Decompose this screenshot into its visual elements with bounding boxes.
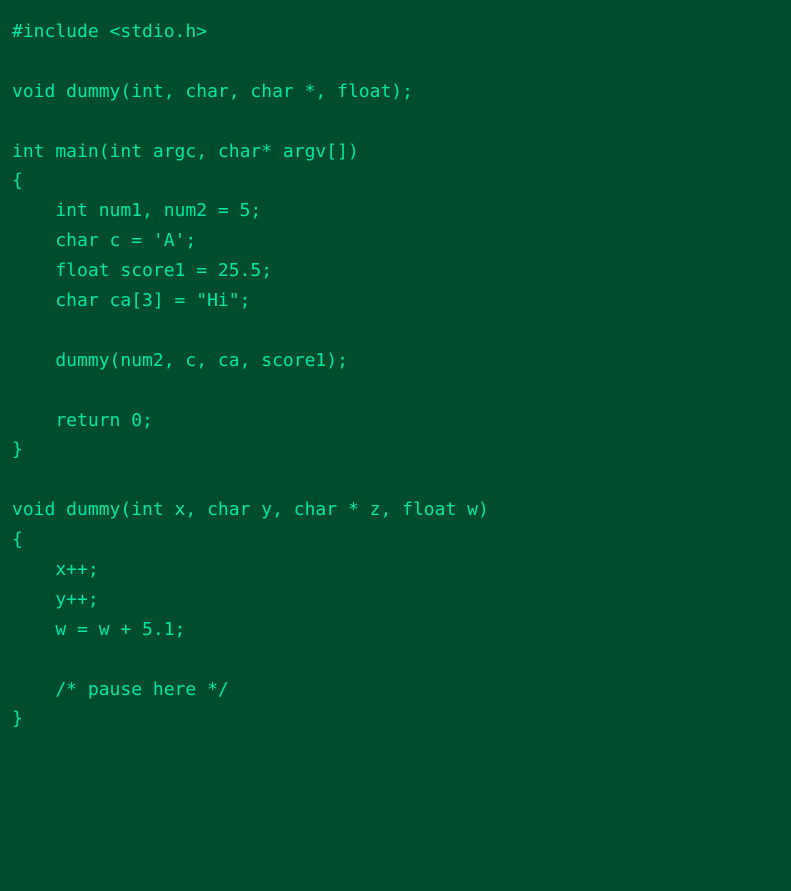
code-content: #include <stdio.h> void dummy(int, char,… [12,21,489,729]
code-editor: #include <stdio.h> void dummy(int, char,… [12,18,771,735]
